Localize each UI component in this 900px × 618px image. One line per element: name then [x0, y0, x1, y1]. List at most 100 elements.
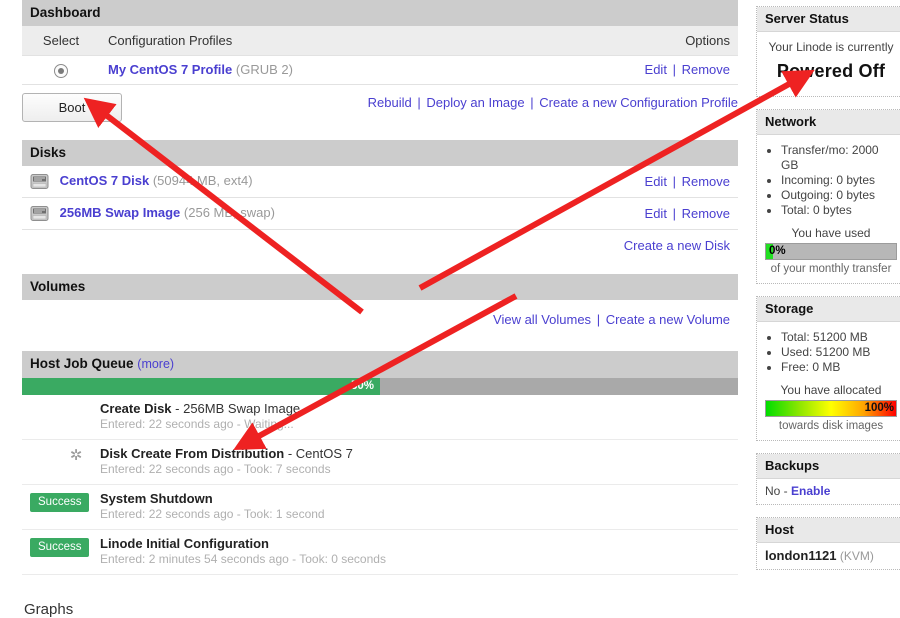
list-item: Used: 51200 MB — [781, 345, 897, 360]
configuration-profiles-table: Select Configuration Profiles Options My… — [22, 26, 738, 85]
disks-footer-actions: Create a new Disk — [22, 229, 738, 262]
server-status-title: Server Status — [757, 7, 900, 32]
backups-body: No - Enable — [757, 479, 900, 504]
status-badge: Success — [30, 492, 90, 512]
table-row: CentOS 7 Disk (50944 MB, ext4) Edit | Re… — [22, 166, 738, 198]
job-title-rest: - CentOS 7 — [284, 445, 353, 461]
linode-dashboard-page: Dashboard Select Configuration Profiles … — [0, 0, 900, 618]
profile-radio-cell[interactable] — [22, 56, 100, 85]
network-usage-meter: 0% — [765, 243, 897, 260]
job-subtitle: Entered: 2 minutes 54 seconds ago - Took… — [100, 551, 386, 566]
column-header-select: Select — [42, 33, 80, 48]
volumes-separator: | — [596, 311, 601, 327]
profile-remove-link[interactable]: Remove — [682, 62, 730, 77]
job-body: System Shutdown Entered: 22 seconds ago … — [100, 491, 738, 522]
profile-radio-button[interactable] — [54, 63, 68, 78]
host-title: Host — [757, 518, 900, 543]
network-meter-footnote: of your monthly transfer — [770, 263, 892, 275]
profile-options-cell: Edit | Remove — [524, 56, 738, 85]
status-badge: Success — [30, 537, 90, 557]
network-meter-label: You have used — [791, 226, 871, 240]
job-body: Disk Create From Distribution - CentOS 7… — [100, 446, 738, 477]
boot-button[interactable]: Boot — [22, 92, 122, 122]
list-item: Transfer/mo: 2000 GB — [781, 143, 897, 173]
list-item: Outgoing: 0 bytes — [781, 188, 897, 203]
disk-name-link[interactable]: 256MB Swap Image — [60, 205, 181, 220]
backups-state-label: No - — [765, 484, 792, 498]
list-item: Incoming: 0 bytes — [781, 173, 897, 188]
links-separator-1: | — [417, 94, 421, 110]
disk-name-link[interactable]: CentOS 7 Disk — [60, 173, 150, 188]
job-status-cell: ✲ — [22, 446, 100, 464]
create-configuration-profile-link[interactable]: Create a new Configuration Profile — [539, 95, 738, 110]
disk-edit-link[interactable]: Edit — [645, 174, 667, 189]
storage-stats-list: Total: 51200 MB Used: 51200 MB Free: 0 M… — [765, 330, 897, 375]
storage-allocation-meter: 100% — [765, 400, 897, 417]
job-progress-fill: 50% — [22, 377, 380, 395]
job-subtitle: Entered: 22 seconds ago - Took: 1 second — [100, 506, 325, 521]
server-status-body: Your Linode is currently Powered Off — [757, 32, 900, 96]
storage-meter-value: 100% — [864, 402, 894, 414]
table-row: My CentOS 7 Profile (GRUB 2) Edit | Remo… — [22, 56, 738, 85]
main-column: Dashboard Select Configuration Profiles … — [22, 0, 738, 618]
server-status-box: Server Status Your Linode is currently P… — [756, 6, 900, 97]
job-body: Create Disk - 256MB Swap Image Entered: … — [100, 401, 738, 432]
job-status-cell: Success — [22, 491, 100, 512]
disks-panel-title: Disks — [22, 139, 738, 166]
network-box: Network Transfer/mo: 2000 GB Incoming: 0… — [756, 109, 900, 284]
dashboard-action-row: Boot Rebuild | Deploy an Image | Create … — [22, 85, 738, 128]
host-name-label: london1121 — [765, 548, 837, 563]
job-title-bold: Linode Initial Configuration — [100, 535, 269, 551]
job-title: System Shutdown — [100, 491, 738, 507]
disk-remove-link[interactable]: Remove — [682, 206, 730, 221]
list-item: Total: 0 bytes — [781, 203, 897, 218]
job-status-cell: Success — [22, 536, 100, 557]
volumes-panel-title: Volumes — [22, 273, 738, 300]
create-a-new-disk-link[interactable]: Create a new Disk — [624, 238, 730, 253]
list-item: ✲ Disk Create From Distribution - CentOS… — [22, 440, 738, 485]
disk-edit-link[interactable]: Edit — [645, 206, 667, 221]
deploy-an-image-link[interactable]: Deploy an Image — [426, 95, 524, 110]
table-header-row: Select Configuration Profiles Options — [22, 26, 738, 56]
column-header-options: Options — [685, 33, 730, 48]
server-status-value: Powered Off — [776, 61, 886, 81]
network-title: Network — [757, 110, 900, 135]
storage-title: Storage — [757, 297, 900, 322]
disk-drive-icon — [30, 205, 49, 222]
loading-spinner-icon: ✲ — [69, 446, 83, 464]
host-job-queue-more-link[interactable]: (more) — [137, 357, 174, 371]
disks-table: CentOS 7 Disk (50944 MB, ext4) Edit | Re… — [22, 165, 738, 230]
storage-meter-footnote: towards disk images — [778, 420, 884, 432]
storage-box: Storage Total: 51200 MB Used: 51200 MB F… — [756, 296, 900, 441]
disk-name-cell: CentOS 7 Disk (50944 MB, ext4) — [22, 166, 538, 198]
profile-name-link[interactable]: My CentOS 7 Profile — [108, 62, 232, 77]
backups-enable-link[interactable]: Enable — [791, 484, 830, 498]
job-title: Disk Create From Distribution - CentOS 7 — [100, 446, 738, 462]
disk-options-separator: | — [672, 173, 676, 189]
view-all-volumes-link[interactable]: View all Volumes — [493, 312, 591, 327]
job-title: Create Disk - 256MB Swap Image — [100, 401, 738, 417]
job-subtitle: Entered: 22 seconds ago - Waiting... — [100, 416, 294, 431]
job-title: Linode Initial Configuration — [100, 536, 738, 552]
disk-remove-link[interactable]: Remove — [682, 174, 730, 189]
create-a-new-volume-link[interactable]: Create a new Volume — [606, 312, 730, 327]
disk-details-label: (50944 MB, ext4) — [152, 172, 253, 188]
profile-edit-link[interactable]: Edit — [645, 62, 667, 77]
disk-options-separator: | — [672, 205, 676, 221]
rebuild-link[interactable]: Rebuild — [368, 95, 412, 110]
job-title-bold: System Shutdown — [100, 490, 213, 506]
disk-details-label: (256 MB, swap) — [183, 204, 275, 220]
storage-meter-label: You have allocated — [780, 383, 882, 397]
disk-name-cell: 256MB Swap Image (256 MB, swap) — [22, 197, 538, 229]
disk-options-cell: Edit | Remove — [538, 166, 738, 198]
host-box: Host london1121 (KVM) — [756, 517, 900, 570]
list-item: Total: 51200 MB — [781, 330, 897, 345]
host-hypervisor-label: (KVM) — [839, 549, 874, 563]
disks-panel: Disks CentOS 7 Disk (50944 MB, ext4) Edi… — [22, 139, 738, 262]
graphs-section-title: Graphs — [24, 600, 74, 618]
dashboard-panel: Dashboard Select Configuration Profiles … — [22, 0, 738, 128]
list-item: Success System Shutdown Entered: 22 seco… — [22, 485, 738, 530]
volumes-footer-actions: View all Volumes | Create a new Volume — [22, 299, 738, 339]
profile-kernel-label: (GRUB 2) — [235, 62, 293, 78]
dashboard-panel-title: Dashboard — [22, 0, 738, 26]
